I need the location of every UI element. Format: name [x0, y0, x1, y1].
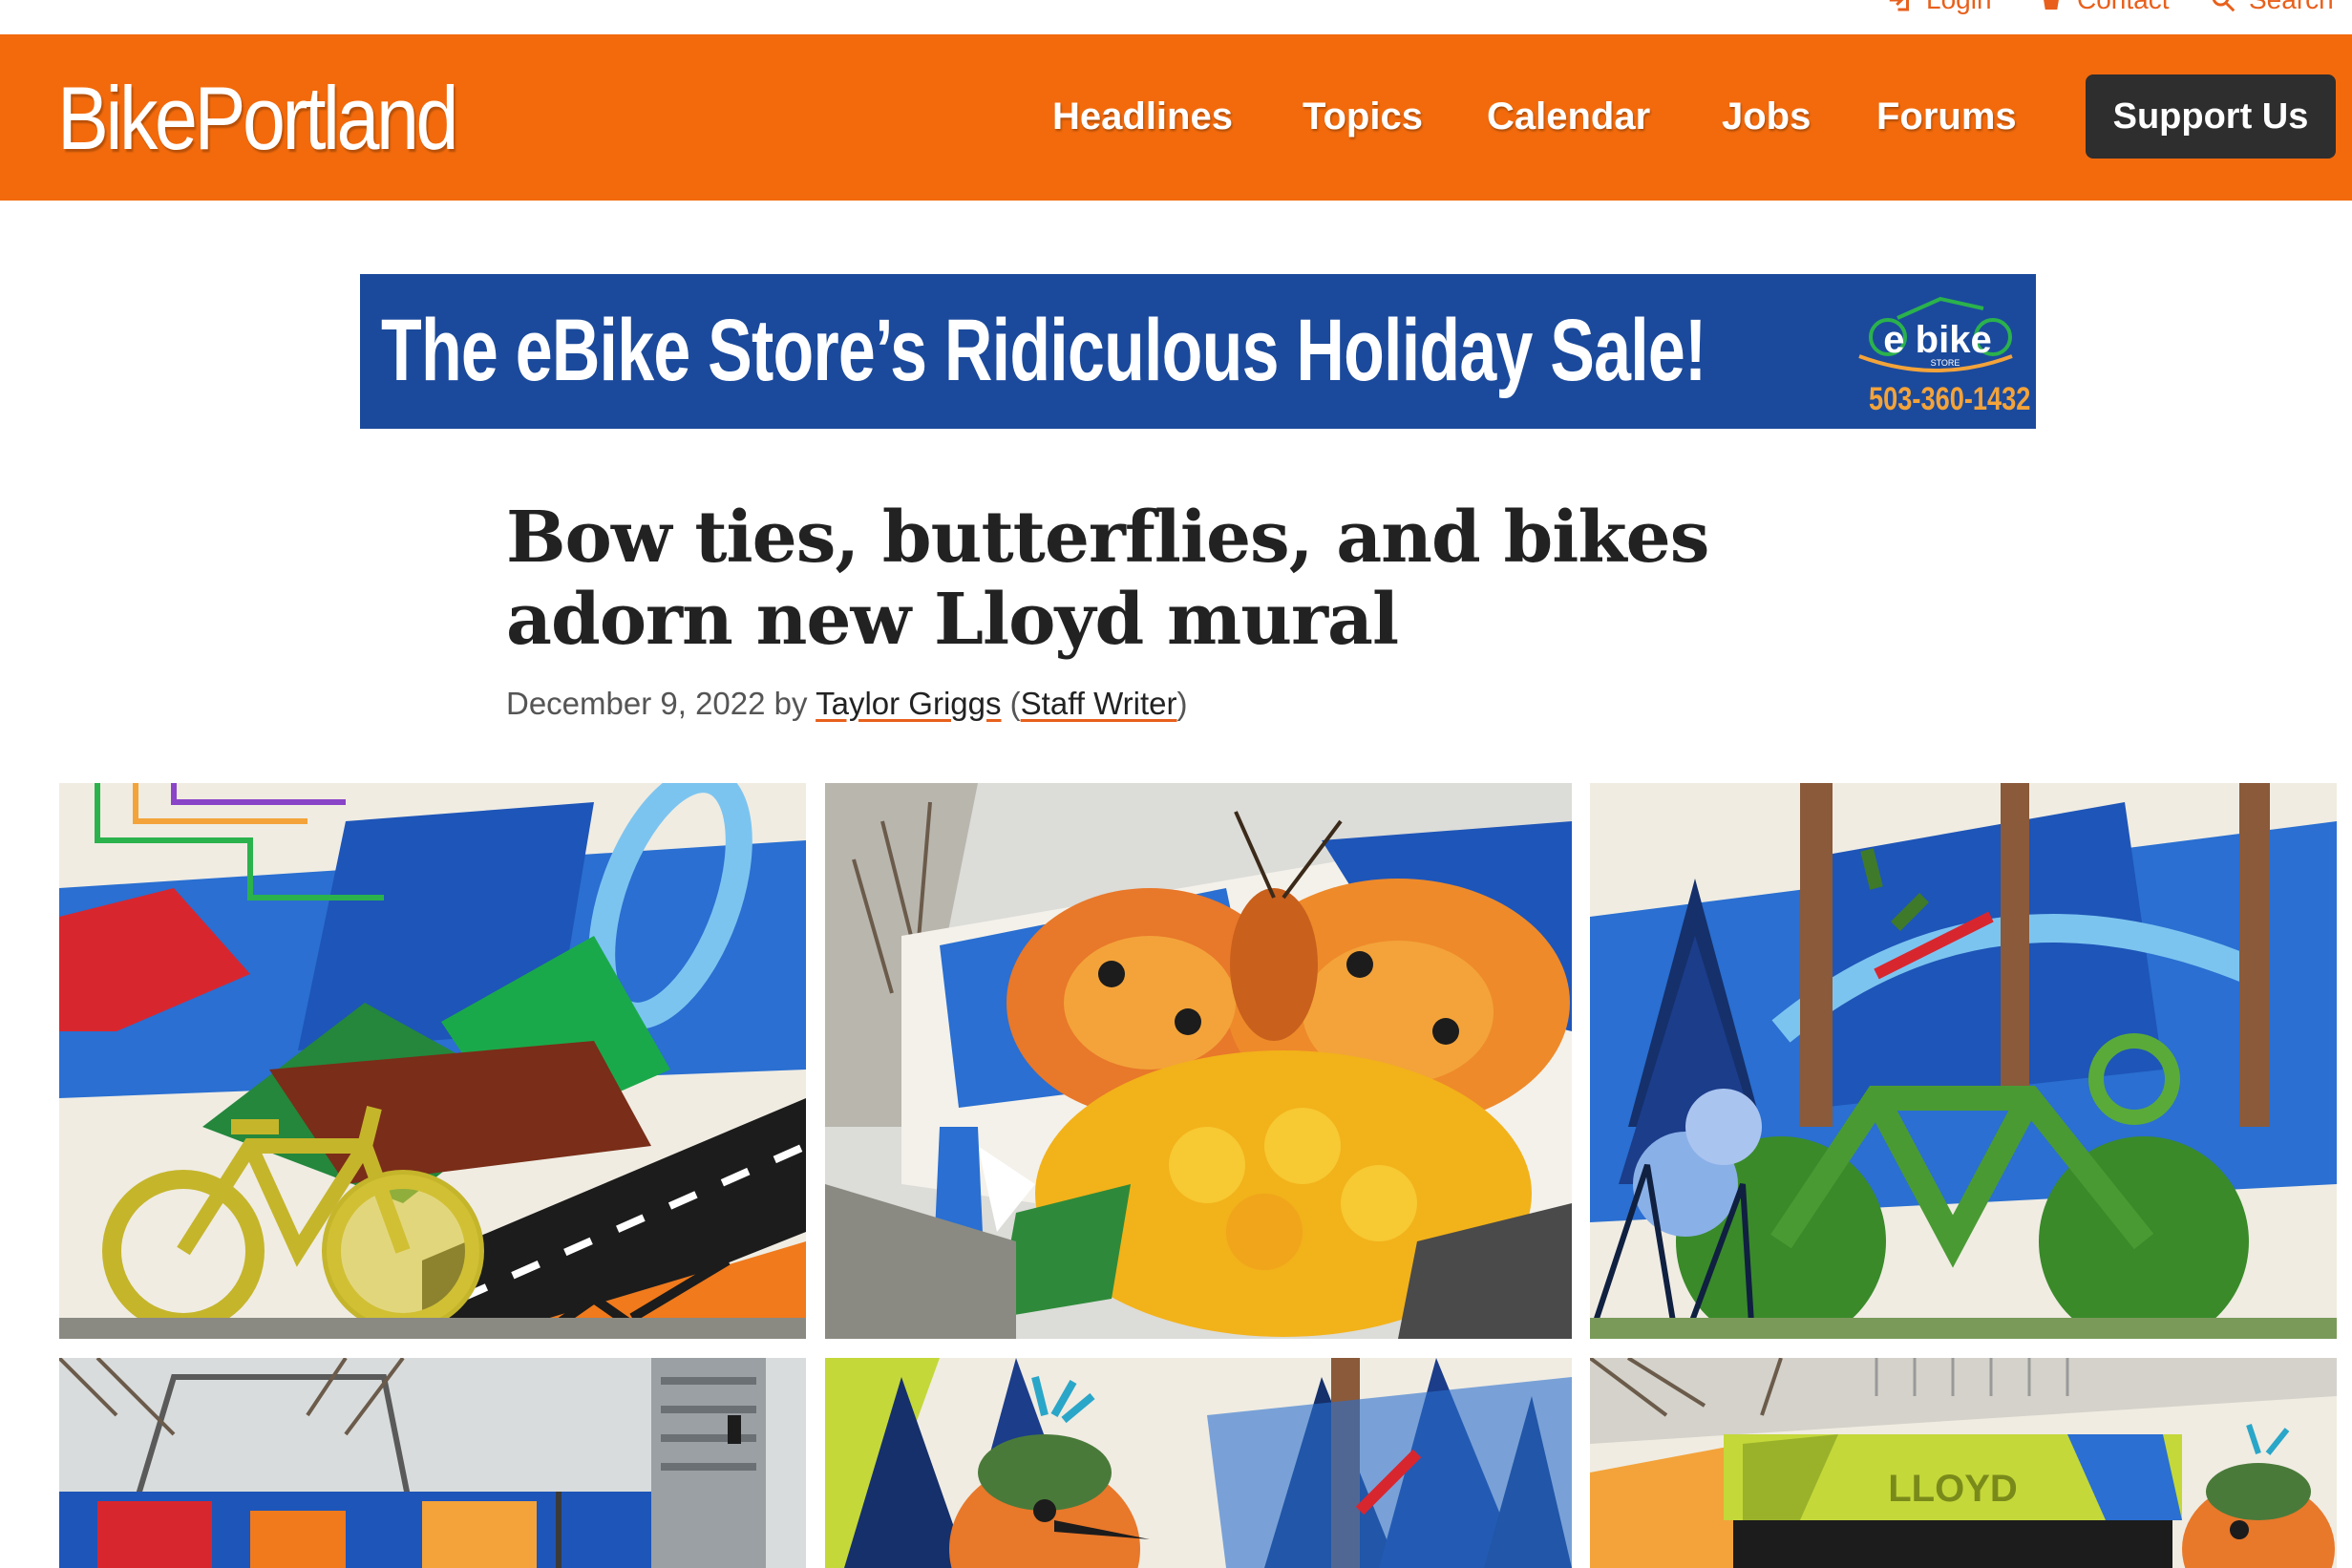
nav-topics[interactable]: Topics: [1303, 92, 1423, 141]
post-date: December 9, 2022: [506, 686, 766, 721]
search-icon: [2212, 0, 2235, 12]
search-label: Search: [2249, 0, 2334, 15]
ebike-logo-text: e bike: [1883, 319, 1991, 361]
lloyd-sign-text: LLOYD: [1888, 1468, 2018, 1510]
contact-label: Contact: [2077, 0, 2170, 15]
nav-headlines[interactable]: Headlines: [1052, 92, 1233, 141]
author-role-link[interactable]: Staff Writer: [1021, 686, 1177, 721]
ebike-logo-sub: STORE: [1931, 358, 1960, 368]
nav-jobs[interactable]: Jobs: [1722, 92, 1811, 141]
gallery-image-street-view[interactable]: [59, 1358, 806, 1568]
byline-by: by: [773, 686, 808, 721]
utility-bar: Login Contact Search: [0, 0, 2352, 34]
site-logo[interactable]: BikePortland: [57, 71, 459, 166]
contact-link[interactable]: Contact: [2037, 0, 2170, 15]
login-link[interactable]: Login: [1886, 0, 1992, 15]
gallery-image-butterfly-mural[interactable]: [825, 783, 1572, 1339]
byline: December 9, 2022 by Taylor Griggs (Staff…: [506, 686, 1188, 721]
ad-phone: 503-360-1432: [1869, 381, 2031, 417]
nav-calendar[interactable]: Calendar: [1487, 92, 1650, 141]
login-icon: [1889, 0, 1909, 11]
contact-icon: [2044, 0, 2059, 10]
author-link[interactable]: Taylor Griggs: [816, 686, 1001, 721]
site-header: BikePortland Headlines Topics Calendar J…: [0, 34, 2352, 201]
support-us-button[interactable]: Support Us: [2086, 74, 2336, 159]
search-link[interactable]: Search: [2209, 0, 2334, 15]
gallery-image-bird-mural[interactable]: [825, 1358, 1572, 1568]
gallery-image-green-bike-mural[interactable]: [1590, 783, 2337, 1339]
ad-banner[interactable]: The eBike Store’s Ridiculous Holiday Sal…: [360, 274, 2036, 429]
ad-headline: The eBike Store’s Ridiculous Holiday Sal…: [381, 302, 1706, 399]
login-label: Login: [1926, 0, 1992, 15]
article-title: Bow ties, butterflies, and bikes adorn n…: [506, 497, 1709, 661]
gallery-image-lloyd-entrance[interactable]: LLOYD: [1590, 1358, 2337, 1568]
gallery-image-bike-mural[interactable]: [59, 783, 806, 1339]
nav-forums[interactable]: Forums: [1876, 92, 2017, 141]
